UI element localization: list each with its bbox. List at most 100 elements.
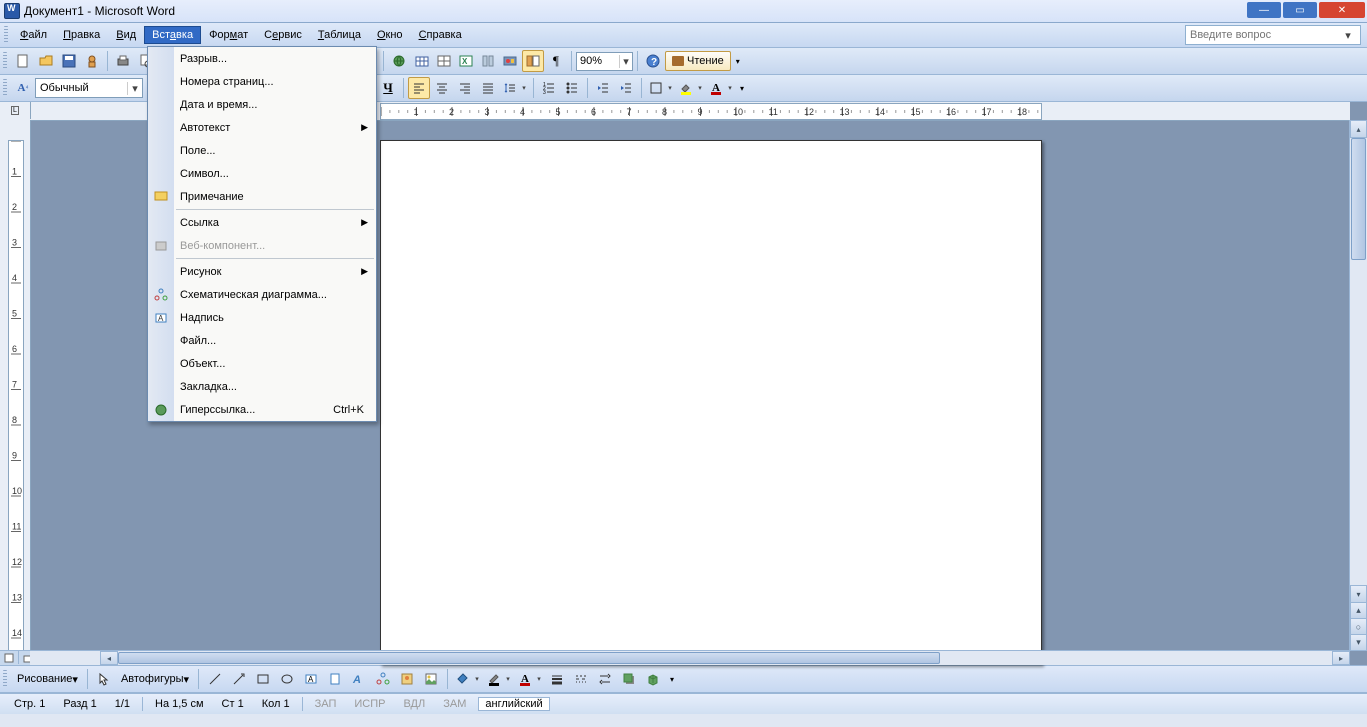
style-combo[interactable]: Обычный▾ [35,78,143,98]
insert-picture-button[interactable] [420,668,442,690]
justify-button[interactable] [477,77,499,99]
insert-table-button[interactable] [434,51,454,71]
menu-window[interactable]: Окно [369,26,411,44]
menu-edit[interactable]: Правка [55,26,108,44]
grip-icon[interactable] [4,26,8,44]
borders-button[interactable]: ▾ [646,78,675,98]
show-formatting-button[interactable]: ¶ [545,50,567,72]
bullets-button[interactable] [561,77,583,99]
select-objects-button[interactable] [93,668,115,690]
drawing-toolbar-button[interactable] [499,50,521,72]
font-color-button[interactable]: A▾ [515,669,544,689]
menu-file[interactable]: Файл... [148,329,376,352]
autoshapes-menu[interactable]: Автофигуры ▾ [117,671,193,688]
menu-table[interactable]: Таблица [310,26,369,44]
scroll-thumb[interactable] [1351,138,1366,260]
line-style-button[interactable] [546,668,568,690]
align-left-button[interactable] [408,77,430,99]
menu-format[interactable]: Формат [201,26,256,44]
highlight-button[interactable]: ▾ [676,78,705,98]
next-page-button[interactable]: ▾ [1350,634,1367,651]
vertical-scrollbar[interactable]: ▴ ▾ ▴ ○ ▾ [1349,120,1367,651]
status-rec[interactable]: ЗАП [309,698,343,710]
underline-button[interactable]: Ч [377,77,399,99]
arrow-style-button[interactable] [594,668,616,690]
status-ovr[interactable]: ЗАМ [437,698,472,710]
horizontal-scrollbar[interactable]: ◂ ▸ [30,650,1350,665]
menu-picture[interactable]: Рисунок▶ [148,260,376,283]
styles-pane-button[interactable]: A⁴ [12,77,34,99]
menu-diagram[interactable]: Схематическая диаграмма... [148,283,376,306]
dropdown-icon[interactable]: ▾ [127,82,142,95]
dash-style-button[interactable] [570,668,592,690]
oval-button[interactable] [276,668,298,690]
toolbar-options-button[interactable]: ▾ [736,77,748,99]
menu-web-component[interactable]: Веб-компонент... [148,234,376,257]
rectangle-button[interactable] [252,668,274,690]
help-question-box[interactable]: ▾ [1185,25,1361,45]
numbering-button[interactable]: 123 [538,77,560,99]
menu-file[interactable]: Файл [12,26,55,44]
menu-field[interactable]: Поле... [148,139,376,162]
hyperlink-button[interactable] [388,50,410,72]
grip-icon[interactable] [3,670,7,688]
permissions-button[interactable] [81,50,103,72]
menu-symbol[interactable]: Символ... [148,162,376,185]
align-right-button[interactable] [454,77,476,99]
menu-break[interactable]: Разрыв... [148,47,376,70]
menu-date-time[interactable]: Дата и время... [148,93,376,116]
wordart-button[interactable]: A [348,668,370,690]
grip-icon[interactable] [3,79,7,97]
decrease-indent-button[interactable] [592,77,614,99]
scroll-up-button[interactable]: ▴ [1350,120,1367,138]
font-color-button[interactable]: A▾ [706,78,735,98]
line-spacing-button[interactable]: ▾ [500,78,529,98]
menu-bookmark[interactable]: Закладка... [148,375,376,398]
textbox-button[interactable]: A [300,668,322,690]
grip-icon[interactable] [3,52,7,70]
menu-reference[interactable]: Ссылка▶ [148,211,376,234]
menu-textbox[interactable]: AНадпись [148,306,376,329]
prev-page-button[interactable]: ▴ [1350,602,1367,619]
reading-mode-button[interactable]: Чтение [665,51,731,71]
scroll-left-button[interactable]: ◂ [100,651,118,665]
fill-color-button[interactable]: ▾ [453,669,482,689]
line-button[interactable] [204,668,226,690]
scroll-right-button[interactable]: ▸ [1332,651,1350,665]
normal-view-button[interactable] [0,651,19,664]
menu-autotext[interactable]: Автотекст▶ [148,116,376,139]
diagram-button[interactable] [372,668,394,690]
vertical-ruler[interactable]: 1234567891011121314 [0,120,31,651]
scroll-thumb[interactable] [118,652,940,664]
menu-page-numbers[interactable]: Номера страниц... [148,70,376,93]
save-button[interactable] [58,50,80,72]
menu-comment[interactable]: Примечание [148,185,376,208]
3d-button[interactable] [642,668,664,690]
dropdown-icon[interactable]: ▾ [619,55,632,68]
vertical-textbox-button[interactable] [324,668,346,690]
status-ext[interactable]: ВДЛ [397,698,431,710]
menu-insert[interactable]: Вставка [144,26,201,44]
increase-indent-button[interactable] [615,77,637,99]
excel-button[interactable]: X [455,50,477,72]
menu-view[interactable]: Вид [108,26,144,44]
status-trk[interactable]: ИСПР [348,698,391,710]
menu-object[interactable]: Объект... [148,352,376,375]
print-button[interactable] [112,50,134,72]
scroll-down-button[interactable]: ▾ [1350,585,1367,603]
columns-button[interactable] [478,51,498,71]
open-button[interactable] [35,50,57,72]
align-center-button[interactable] [431,77,453,99]
zoom-combo[interactable]: 90%▾ [576,52,633,71]
dropdown-icon[interactable]: ▾ [1340,29,1356,42]
document-page[interactable] [380,140,1042,665]
menu-service[interactable]: Сервис [256,26,310,44]
new-button[interactable] [12,50,34,72]
help-question-input[interactable] [1186,28,1340,42]
close-button[interactable]: ✕ [1319,2,1365,18]
browse-object-button[interactable]: ○ [1350,618,1367,635]
help-button[interactable]: ? [642,50,664,72]
menu-hyperlink[interactable]: Гиперссылка...Ctrl+K [148,398,376,421]
menu-help[interactable]: Справка [411,26,470,44]
line-color-button[interactable]: ▾ [484,669,513,689]
